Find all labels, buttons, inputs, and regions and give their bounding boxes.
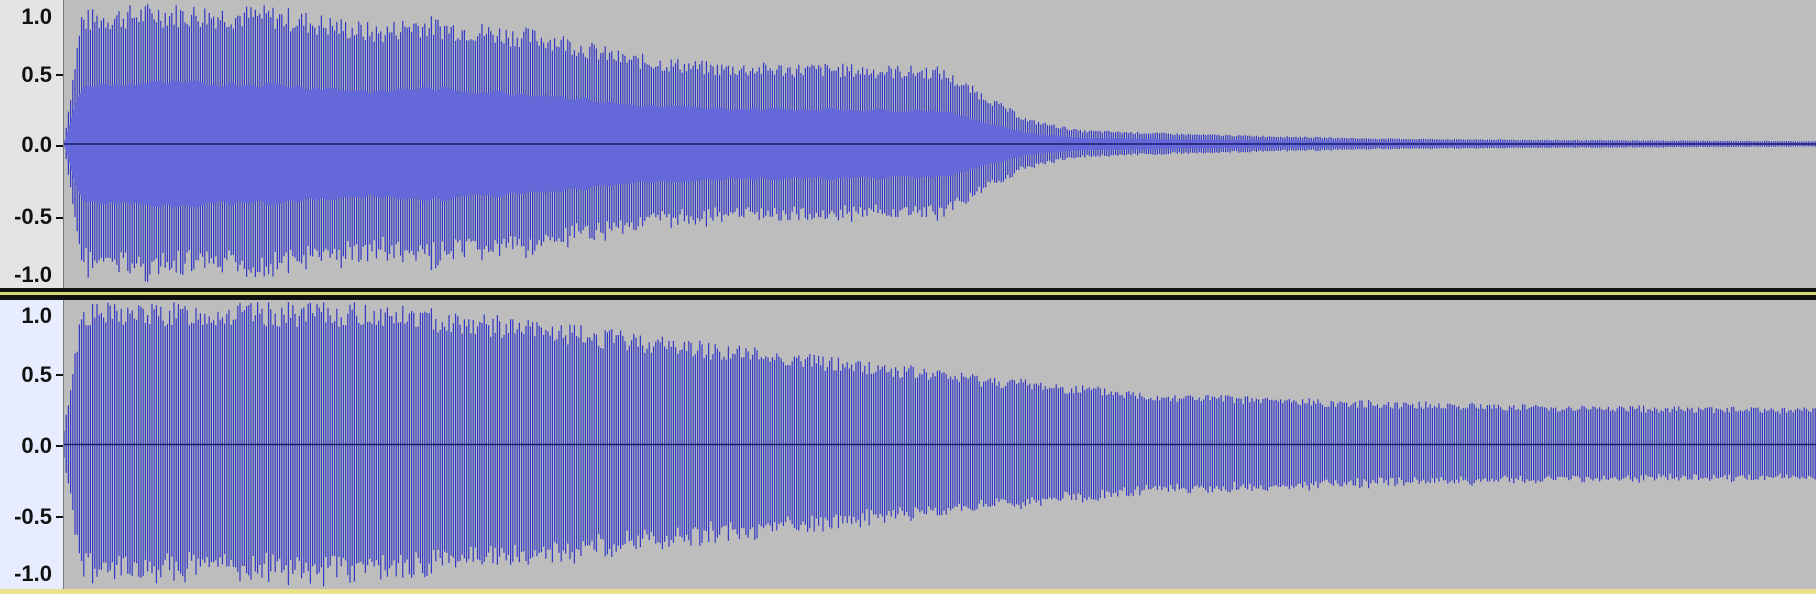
ruler-label-0-0: 0.0 (21, 132, 52, 157)
audio-track-2[interactable]: 1.0 0.5 0.0 -0.5 -1.0 (0, 300, 1816, 589)
ruler-label-neg-0-5: -0.5 (14, 204, 52, 229)
ruler-label-neg-0-5: -0.5 (14, 504, 52, 529)
vertical-ruler-track-1: 1.0 0.5 0.0 -0.5 -1.0 (0, 0, 64, 288)
waveform-track-2[interactable] (64, 300, 1816, 589)
ruler-label-1-0: 1.0 (21, 4, 52, 29)
ruler-tick (56, 445, 63, 447)
ruler-tick (56, 145, 63, 147)
ruler-label-1-0: 1.0 (21, 303, 52, 328)
waveform-track-1[interactable] (64, 0, 1816, 288)
ruler-tick (56, 217, 63, 219)
track-selection-border-bottom (0, 589, 1816, 594)
ruler-tick (56, 374, 63, 376)
ruler-label-0-0: 0.0 (21, 433, 52, 458)
audio-editor-window: 1.0 0.5 0.0 -0.5 -1.0 1.0 0.5 0.0 -0.5 -… (0, 0, 1816, 594)
vertical-ruler-track-2: 1.0 0.5 0.0 -0.5 -1.0 (0, 300, 64, 589)
ruler-label-0-5: 0.5 (21, 362, 52, 387)
ruler-label-0-5: 0.5 (21, 62, 52, 87)
audio-track-1[interactable]: 1.0 0.5 0.0 -0.5 -1.0 (0, 0, 1816, 288)
ruler-label-neg-1-0: -1.0 (14, 561, 52, 586)
waveform-area-track-2[interactable] (64, 300, 1816, 589)
ruler-label-neg-1-0: -1.0 (14, 262, 52, 287)
ruler-tick (56, 516, 63, 518)
ruler-tick (56, 74, 63, 76)
waveform-area-track-1[interactable] (64, 0, 1816, 288)
